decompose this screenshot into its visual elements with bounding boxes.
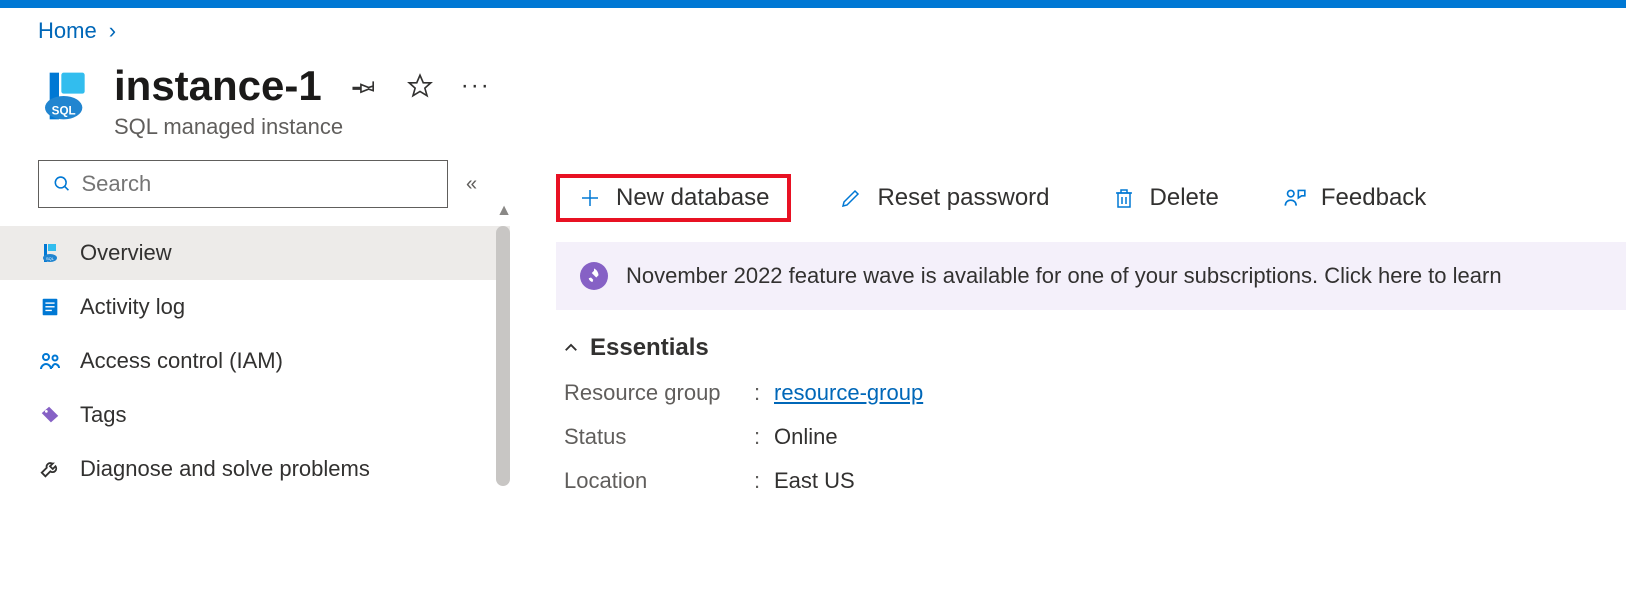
sidebar-item-overview[interactable]: SQL Overview [0,226,510,280]
sidebar-item-diagnose[interactable]: Diagnose and solve problems [0,442,510,496]
resource-type-label: SQL managed instance [114,114,490,140]
status-value: Online [774,424,1626,450]
sidebar-item-tags[interactable]: Tags [0,388,510,442]
breadcrumb-home-link[interactable]: Home [38,18,97,44]
chevron-up-icon [562,339,580,357]
command-bar: New database Reset password Delete Feedb… [556,160,1626,236]
search-input[interactable] [82,171,434,197]
more-icon[interactable]: ··· [462,72,490,100]
scroll-up-icon[interactable]: ▲ [496,202,512,220]
reset-password-button[interactable]: Reset password [825,176,1063,220]
location-label: Location [564,468,754,494]
essentials-title: Essentials [590,334,709,362]
sidebar-item-label: Activity log [80,294,185,320]
status-label: Status [564,424,754,450]
tags-icon [38,403,62,427]
toolbar-label: Feedback [1321,184,1426,212]
main-content: New database Reset password Delete Feedb… [510,160,1626,518]
sidebar-item-label: Tags [80,402,126,428]
toolbar-label: Delete [1150,184,1219,212]
banner-text: November 2022 feature wave is available … [626,263,1502,289]
search-input-container[interactable] [38,160,448,208]
breadcrumb: Home › [0,8,1626,54]
sidebar-item-activity-log[interactable]: Activity log [0,280,510,334]
essentials-section: Essentials Resource group : resource-gro… [556,310,1626,518]
scrollbar-thumb[interactable] [496,226,510,486]
pin-icon[interactable] [350,72,378,100]
sidebar-item-label: Overview [80,240,172,266]
wrench-icon [38,457,62,481]
plus-icon [578,186,602,210]
collapse-sidebar-icon[interactable]: « [466,173,477,196]
feedback-button[interactable]: Feedback [1267,176,1440,220]
page-header: SQL instance-1 ··· SQL managed instance [0,54,1626,160]
svg-text:SQL: SQL [52,105,76,118]
feedback-icon [1281,185,1307,211]
rocket-icon [580,262,608,290]
people-icon [38,349,62,373]
delete-button[interactable]: Delete [1098,176,1233,220]
top-accent-bar [0,0,1626,8]
trash-icon [1112,186,1136,210]
essentials-toggle[interactable]: Essentials [556,334,1626,362]
info-banner[interactable]: November 2022 feature wave is available … [556,242,1626,310]
new-database-button[interactable]: New database [556,174,791,222]
toolbar-label: Reset password [877,184,1049,212]
resource-group-link[interactable]: resource-group [774,380,1626,406]
sidebar-item-label: Access control (IAM) [80,348,283,374]
toolbar-label: New database [616,184,769,212]
resource-group-label: Resource group [564,380,754,406]
pencil-icon [839,186,863,210]
log-icon [38,295,62,319]
svg-text:SQL: SQL [46,256,55,261]
sidebar-item-access-control[interactable]: Access control (IAM) [0,334,510,388]
sql-small-icon: SQL [38,241,62,265]
search-icon [53,174,72,194]
star-icon[interactable] [406,72,434,100]
sql-instance-icon: SQL [38,68,94,124]
page-title: instance-1 [114,62,322,110]
chevron-right-icon: › [109,18,116,44]
sidebar-item-label: Diagnose and solve problems [80,456,370,482]
sidebar: « ▲ SQL Overview Activity log Access co [0,160,510,518]
location-value: East US [774,468,1626,494]
